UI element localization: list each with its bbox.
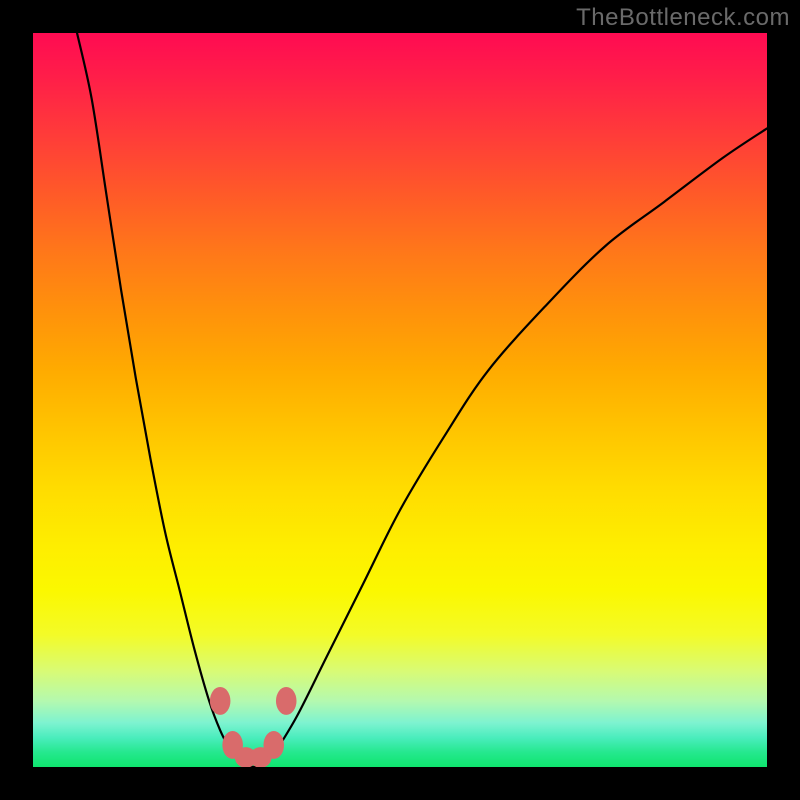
plot-area <box>33 33 767 767</box>
watermark-text: TheBottleneck.com <box>576 4 790 32</box>
curve-svg <box>33 33 767 767</box>
curve-left-branch <box>77 33 231 752</box>
curve-marker <box>276 687 297 715</box>
chart-frame: TheBottleneck.com <box>0 0 800 800</box>
curve-marker <box>210 687 231 715</box>
curve-right-branch <box>275 128 767 752</box>
curve-marker <box>263 731 284 759</box>
marker-group <box>210 687 297 767</box>
